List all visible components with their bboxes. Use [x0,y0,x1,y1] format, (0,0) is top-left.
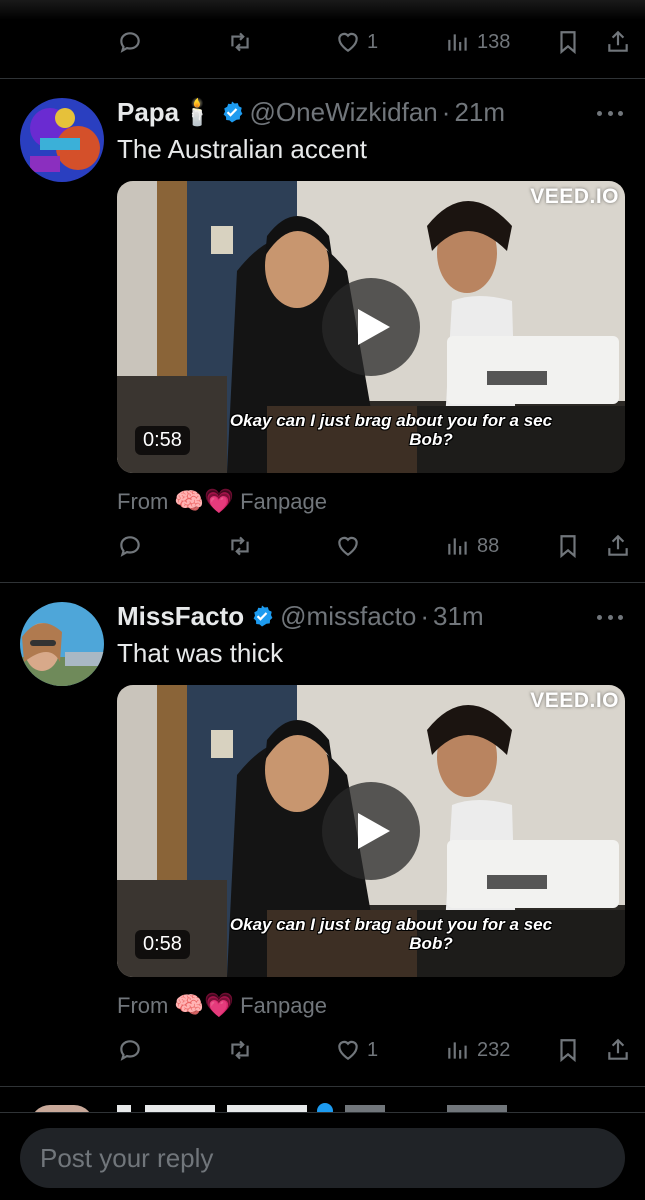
repost-icon [231,32,249,52]
verified-badge-icon [253,605,273,627]
separator: · [420,600,430,631]
from-emojis: 🧠💗 [174,992,235,1019]
bookmark-icon [560,1039,576,1063]
view-count: 232 [477,1038,511,1061]
tweet-text: That was thick [117,638,284,668]
timestamp[interactable]: 21m [454,97,505,128]
tweet-header: Papa 🕯️ @OneWizkidfan · 21m [117,95,505,129]
display-name[interactable]: MissFacto [117,601,244,632]
views-icon [448,538,467,555]
tweet-header: MissFacto @missfacto · 31m [117,599,484,633]
share-icon [608,534,628,556]
repost-button[interactable] [227,1035,253,1065]
tweet[interactable]: Papa 🕯️ @OneWizkidfan · 21m The Australi… [0,79,645,582]
video-duration: 0:58 [135,426,190,455]
bookmark-button[interactable] [555,1035,581,1065]
from-label: From [117,488,169,514]
tweet-text: The Australian accent [117,134,368,164]
share-icon [608,30,628,52]
share-icon [608,1038,628,1060]
name-emoji: 🕯️ [181,96,214,127]
repost-icon [231,536,249,556]
repost-button[interactable] [227,27,253,57]
like-button[interactable]: 1 [335,27,378,57]
view-count: 138 [477,30,511,53]
reply-button[interactable] [117,531,143,561]
share-button[interactable] [605,531,631,561]
from-source: Fanpage [240,488,327,514]
heart-icon [338,32,358,52]
share-button[interactable] [605,27,631,57]
like-button[interactable] [335,531,367,561]
from-source: Fanpage [240,992,327,1018]
share-button[interactable] [605,1035,631,1065]
reply-icon [120,32,140,53]
tweet[interactable]: MissFacto @missfacto · 31m That was thic… [0,583,645,1086]
heart-icon [338,536,358,556]
avatar[interactable] [20,602,104,686]
video-caption-line1: Okay can I just brag about you for a sec [229,411,553,430]
separator: · [441,96,451,127]
play-icon [358,309,390,345]
play-button[interactable] [322,782,420,880]
views-icon [448,1042,467,1059]
like-button[interactable]: 1 [335,1035,378,1065]
like-count: 1 [367,1038,379,1061]
avatar[interactable] [20,98,104,182]
video-source[interactable]: From 🧠💗 Fanpage [117,487,327,516]
from-label: From [117,992,169,1018]
video-caption-line1: Okay can I just brag about you for a sec [229,915,553,934]
play-button[interactable] [322,278,420,376]
more-options-button[interactable] [597,612,623,622]
video-caption-line2: Bob? [409,430,453,449]
handle[interactable]: @missfacto [280,601,416,632]
previous-tweet-actions: 1 138 [117,27,637,57]
repost-icon [231,1040,249,1060]
video-watermark: VEED.IO [530,689,619,712]
more-options-button[interactable] [597,108,623,118]
repost-button[interactable] [227,531,253,561]
video-watermark: VEED.IO [530,185,619,208]
bookmark-icon [560,535,576,559]
reply-icon [120,536,140,557]
avatar-image [20,98,104,182]
bookmark-button[interactable] [555,27,581,57]
previous-tweet-bottom [0,0,645,20]
views-button[interactable]: 138 [445,27,510,57]
views-icon [448,34,467,51]
video-duration: 0:58 [135,930,190,959]
reply-button[interactable] [117,1035,143,1065]
video-player[interactable]: VEED.IO Okay can I just brag about you f… [117,685,625,977]
display-name[interactable]: Papa [117,97,179,128]
reply-composer [0,1112,645,1200]
divider [0,1086,645,1087]
views-button[interactable]: 88 [445,531,499,561]
play-icon [358,813,390,849]
tweet-actions: 88 [117,531,637,561]
avatar-image [20,602,104,686]
tweet-actions: 1 232 [117,1035,637,1065]
timestamp[interactable]: 31m [433,601,484,632]
verified-badge-icon [223,101,242,123]
video-caption-line2: Bob? [409,934,453,953]
heart-icon [338,1040,358,1060]
bookmark-icon [560,31,576,55]
view-count: 88 [477,534,500,557]
from-emojis: 🧠💗 [174,488,235,515]
views-button[interactable]: 232 [445,1035,510,1065]
handle[interactable]: @OneWizkidfan [250,97,438,128]
reply-input[interactable] [20,1128,625,1188]
reply-icon [120,1040,140,1061]
video-source[interactable]: From 🧠💗 Fanpage [117,991,327,1020]
like-count: 1 [367,30,379,53]
reply-button[interactable] [117,27,143,57]
video-player[interactable]: VEED.IO Okay can I just brag about you f… [117,181,625,473]
bookmark-button[interactable] [555,531,581,561]
